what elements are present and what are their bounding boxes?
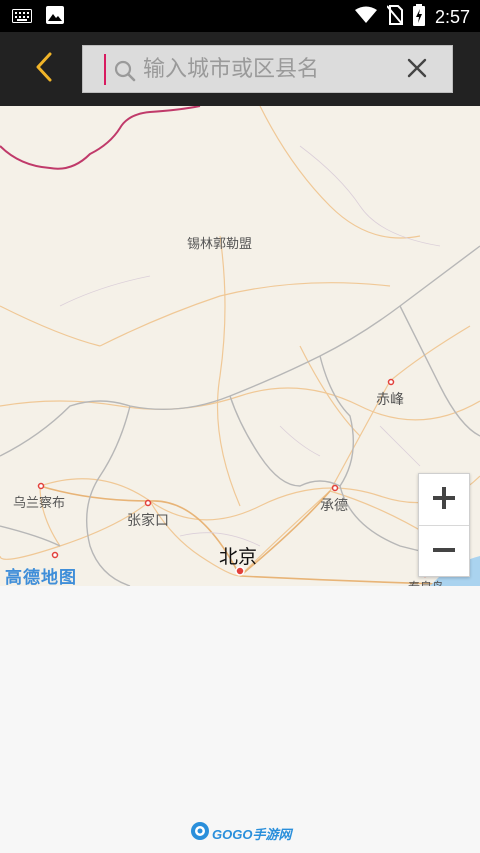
map-label-qinhuangdao: 秦皇岛 bbox=[408, 578, 444, 586]
battery-charging-icon bbox=[412, 4, 425, 30]
province-border bbox=[0, 106, 201, 170]
city-marker-south bbox=[51, 551, 59, 559]
minus-icon bbox=[433, 539, 455, 565]
close-icon bbox=[407, 58, 427, 82]
search-input[interactable] bbox=[143, 52, 393, 86]
city-marker-zhangjiakou bbox=[144, 499, 152, 507]
watermark-text: GOGO手游网 bbox=[212, 826, 292, 842]
zoom-controls bbox=[418, 473, 470, 577]
plus-icon bbox=[433, 486, 455, 513]
back-button[interactable] bbox=[22, 46, 66, 92]
search-box[interactable] bbox=[82, 45, 453, 93]
map-canvas bbox=[0, 106, 480, 586]
chevron-left-icon bbox=[34, 51, 54, 87]
zoom-in-button[interactable] bbox=[419, 474, 469, 525]
image-icon bbox=[46, 6, 64, 28]
zoom-out-button[interactable] bbox=[419, 526, 469, 577]
app-bar bbox=[0, 32, 480, 106]
city-marker-chengde bbox=[331, 484, 339, 492]
status-bar: 2:57 bbox=[0, 0, 480, 32]
text-cursor bbox=[104, 54, 106, 85]
city-marker-wulanchabu bbox=[37, 482, 45, 490]
map-view[interactable]: 锡林郭勒盟 赤峰 乌兰察布 张家口 承德 北京 秦皇岛 bbox=[0, 106, 480, 586]
map-label-wulanchabu: 乌兰察布 bbox=[13, 496, 66, 511]
wifi-icon bbox=[354, 6, 377, 28]
map-label-zhangjiakou: 张家口 bbox=[127, 513, 169, 529]
city-marker-chifeng bbox=[387, 378, 395, 386]
keyboard-icon bbox=[12, 8, 32, 27]
map-provider-logo: 高德地图 bbox=[5, 568, 77, 588]
watermark: GOGO手游网 bbox=[190, 822, 291, 844]
clear-button[interactable] bbox=[402, 55, 432, 85]
gogo-logo-icon bbox=[190, 821, 210, 845]
status-time: 2:57 bbox=[434, 7, 470, 27]
map-label-xilinguole: 锡林郭勒盟 bbox=[187, 237, 253, 252]
map-label-beijing: 北京 bbox=[219, 546, 258, 568]
no-sim-icon bbox=[386, 5, 404, 29]
map-label-chengde: 承德 bbox=[320, 498, 348, 514]
search-icon bbox=[113, 59, 137, 83]
map-label-chifeng: 赤峰 bbox=[376, 392, 404, 408]
